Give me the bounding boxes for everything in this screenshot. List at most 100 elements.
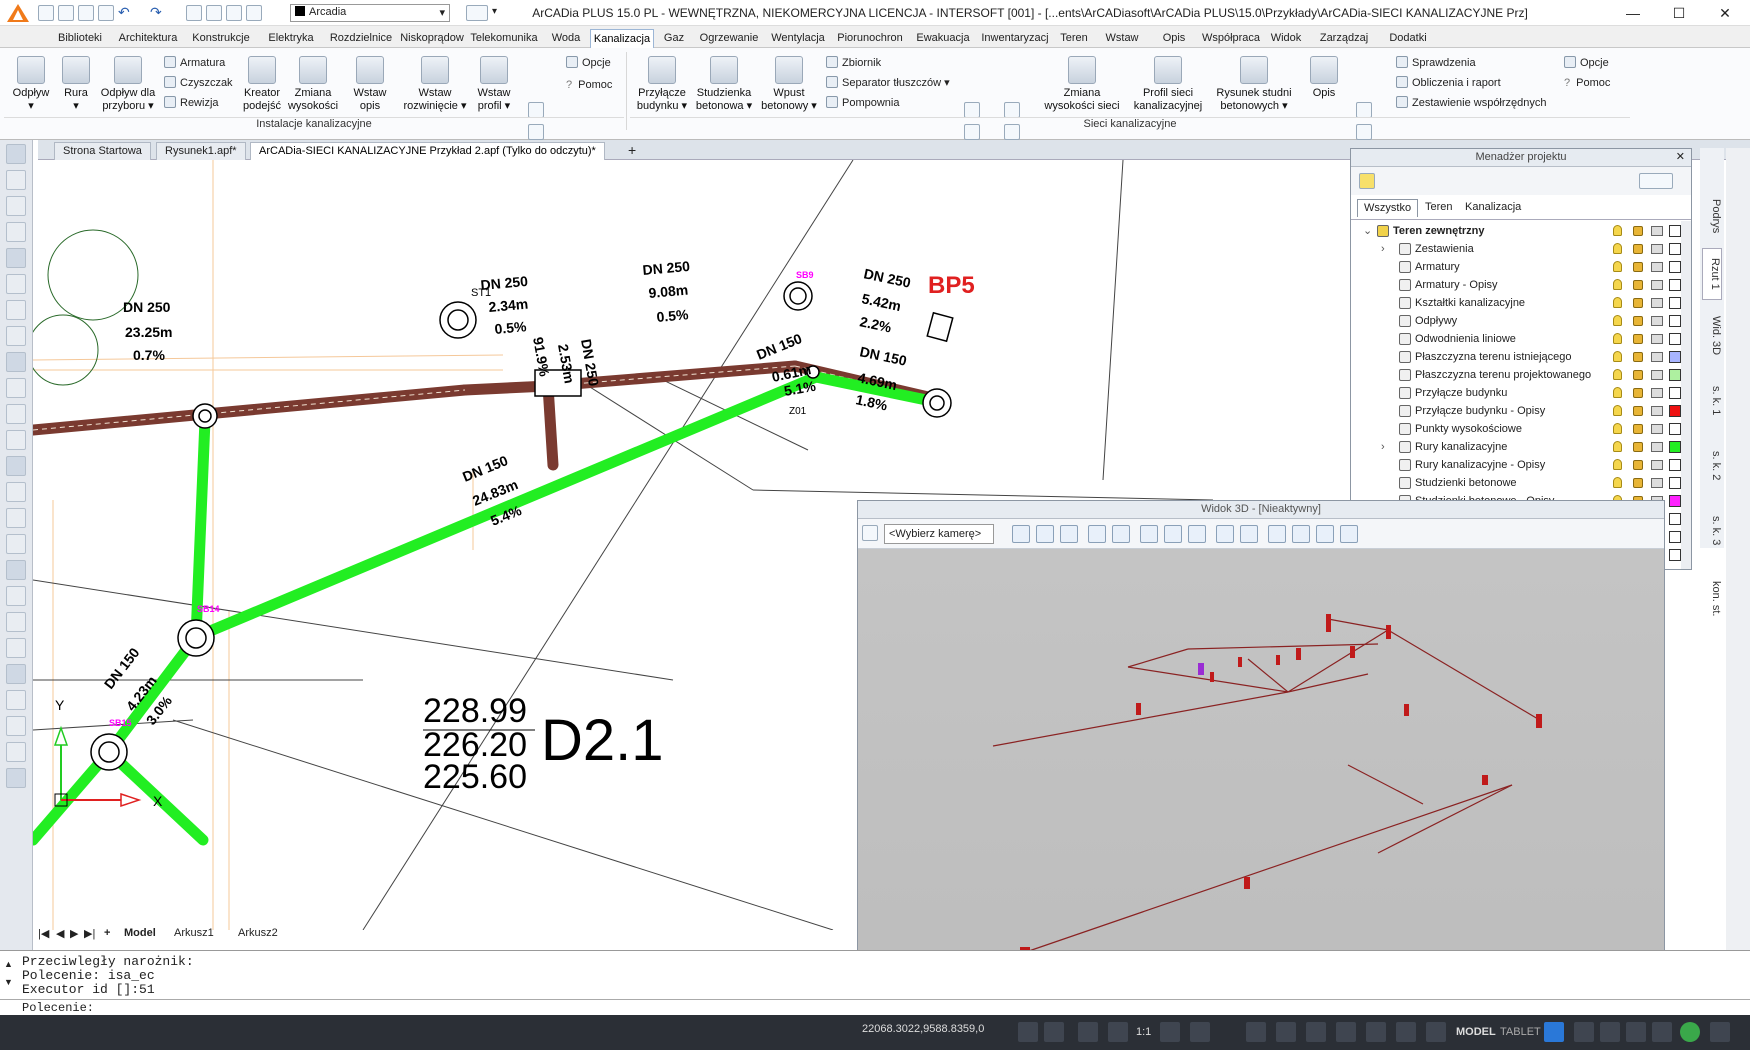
filter-icon[interactable] [1639, 173, 1673, 189]
spline-icon[interactable] [6, 716, 26, 736]
tree-item[interactable]: Odpływy [1351, 312, 1681, 330]
layer-color-icon[interactable] [246, 5, 262, 21]
tab-strona-startowa[interactable]: Strona Startowa [54, 142, 151, 160]
tree-item[interactable]: Armatury - Opisy [1351, 276, 1681, 294]
tool-icon[interactable] [964, 102, 980, 118]
minimize-button[interactable]: — [1610, 0, 1656, 26]
expand-icon[interactable]: › [1381, 240, 1385, 258]
pompownia-button[interactable]: Pompownia [826, 96, 899, 110]
bulb-icon[interactable] [1613, 279, 1622, 290]
lock-icon[interactable] [1633, 388, 1643, 398]
color-swatch[interactable] [1669, 225, 1681, 237]
walls-icon[interactable] [1112, 525, 1130, 543]
dimension-icon[interactable] [1190, 1022, 1210, 1042]
lock-icon[interactable] [1633, 442, 1643, 452]
bulb-icon[interactable] [1613, 405, 1622, 416]
separator-icon[interactable] [6, 482, 26, 502]
polar-icon[interactable] [1306, 1022, 1326, 1042]
undo-view-icon[interactable] [6, 352, 26, 372]
bulb-icon[interactable] [1613, 297, 1622, 308]
more-icon[interactable]: ▾ [492, 6, 497, 17]
bulb-icon[interactable] [1613, 441, 1622, 452]
obliczenia-button[interactable]: Obliczenia i raport [1396, 76, 1501, 90]
ribbon-tab-konstrukcje[interactable]: Konstrukcje [184, 29, 258, 48]
ribbon-tab-ogrzewanie[interactable]: Ogrzewanie [694, 29, 764, 48]
close-icon[interactable]: ✕ [1676, 150, 1685, 163]
ribbon-tab-elektryka[interactable]: Elektryka [258, 29, 324, 48]
tablet-toggle[interactable]: TABLET [1500, 1026, 1541, 1038]
profil-sieci-button[interactable]: Profil sieci kanalizacyjnej [1130, 56, 1206, 113]
section-icon[interactable] [1268, 525, 1286, 543]
zbiornik-button[interactable]: Zbiornik [826, 56, 881, 70]
ribbon-tab-opis[interactable]: Opis [1148, 29, 1200, 48]
sheet-model[interactable]: Model [124, 927, 156, 939]
prev-sheet-icon[interactable]: ◀ [56, 927, 64, 940]
lock-icon[interactable] [1633, 226, 1643, 236]
walk-icon[interactable] [1188, 525, 1206, 543]
ribbon-tab-niskoprądow[interactable]: Niskoprądow [398, 29, 466, 48]
tree-item[interactable]: Płaszczyzna terenu istniejącego [1351, 348, 1681, 366]
ribbon-tab-woda[interactable]: Woda [542, 29, 590, 48]
ribbon-tab-ewakuacja[interactable]: Ewakuacja [908, 29, 978, 48]
przylacze-budynku-button[interactable]: Przyłącze budynku ▾ [634, 56, 690, 113]
printer-icon[interactable] [1651, 406, 1663, 416]
zoom-extents-icon[interactable] [1036, 525, 1054, 543]
settings-icon[interactable] [1544, 1022, 1564, 1042]
bulb-icon[interactable] [1613, 333, 1622, 344]
expand-icon[interactable]: ▲ [4, 959, 13, 969]
color-swatch[interactable] [1669, 531, 1681, 543]
pomoc2-button[interactable]: ? Pomoc [1564, 76, 1610, 90]
otrack-icon[interactable] [1366, 1022, 1386, 1042]
view3d-icon[interactable] [6, 456, 26, 476]
collapse-icon[interactable]: ▼ [4, 977, 13, 987]
color-swatch[interactable] [1669, 351, 1681, 363]
tree-root[interactable]: ⌄ Teren zewnętrzny [1351, 222, 1681, 240]
annotation-icon[interactable] [1160, 1022, 1180, 1042]
printer-icon[interactable] [1651, 442, 1663, 452]
printer-icon[interactable] [1651, 244, 1663, 254]
lock-icon[interactable] [1633, 316, 1643, 326]
osnap-icon[interactable] [1336, 1022, 1356, 1042]
brick-icon[interactable] [6, 248, 26, 268]
ribbon-tab-piorunochron[interactable]: Piorunochron [832, 29, 908, 48]
wstaw-rozwiniecie-button[interactable]: Wstaw rozwinięcie ▾ [400, 56, 470, 113]
circle-icon[interactable] [6, 638, 26, 658]
command-prompt[interactable]: Polecenie: [22, 1001, 94, 1015]
printer-icon[interactable] [1651, 370, 1663, 380]
color-swatch[interactable] [1669, 405, 1681, 417]
grid-icon[interactable] [226, 5, 242, 21]
sheet-arkusz2[interactable]: Arkusz2 [238, 927, 278, 939]
color-swatch[interactable] [1669, 549, 1681, 561]
lock-icon[interactable] [1633, 460, 1643, 470]
bulb-icon[interactable] [1613, 423, 1622, 434]
ribbon-tab-wstaw[interactable]: Wstaw [1096, 29, 1148, 48]
new-file-icon[interactable] [38, 5, 54, 21]
printer-icon[interactable] [1651, 298, 1663, 308]
printer-icon[interactable] [1651, 316, 1663, 326]
ribbon-tab-zarządzaj[interactable]: Zarządzaj [1310, 29, 1378, 48]
bulb-icon[interactable] [1613, 477, 1622, 488]
vertical-scrollbar[interactable] [1726, 148, 1750, 998]
rysunek-studni-button[interactable]: Rysunek studni betonowych ▾ [1212, 56, 1296, 113]
wstaw-opis-button[interactable]: Wstaw opis [350, 56, 390, 113]
side-tab[interactable]: Rzut 1 [1702, 248, 1722, 300]
tab-kanalizacja[interactable]: Kanalizacja [1459, 199, 1527, 217]
zoom-in-icon[interactable] [6, 378, 26, 398]
lock-icon[interactable] [1633, 334, 1643, 344]
color-swatch[interactable] [1669, 261, 1681, 273]
zmiana-wysokosci-sieci-button[interactable]: Zmiana wysokości sieci [1040, 56, 1124, 113]
line-icon[interactable] [6, 534, 26, 554]
printer-icon[interactable] [1651, 262, 1663, 272]
undo-icon[interactable]: ↶ [118, 4, 130, 21]
ellipse-icon[interactable] [6, 690, 26, 710]
print3d-icon[interactable] [1240, 525, 1258, 543]
side-tab[interactable]: s. k. 2 [1702, 436, 1722, 495]
arcadia-logo-icon[interactable] [6, 3, 30, 23]
last-sheet-icon[interactable]: ▶| [84, 927, 95, 940]
camera-select[interactable]: <Wybierz kamerę> [884, 524, 994, 544]
render-icon[interactable] [1292, 525, 1310, 543]
properties-icon[interactable] [6, 170, 26, 190]
wpust-betonowy-button[interactable]: Wpust betonowy ▾ [758, 56, 820, 113]
pan-icon[interactable] [6, 430, 26, 450]
armatura-button[interactable]: Armatura [164, 56, 225, 70]
